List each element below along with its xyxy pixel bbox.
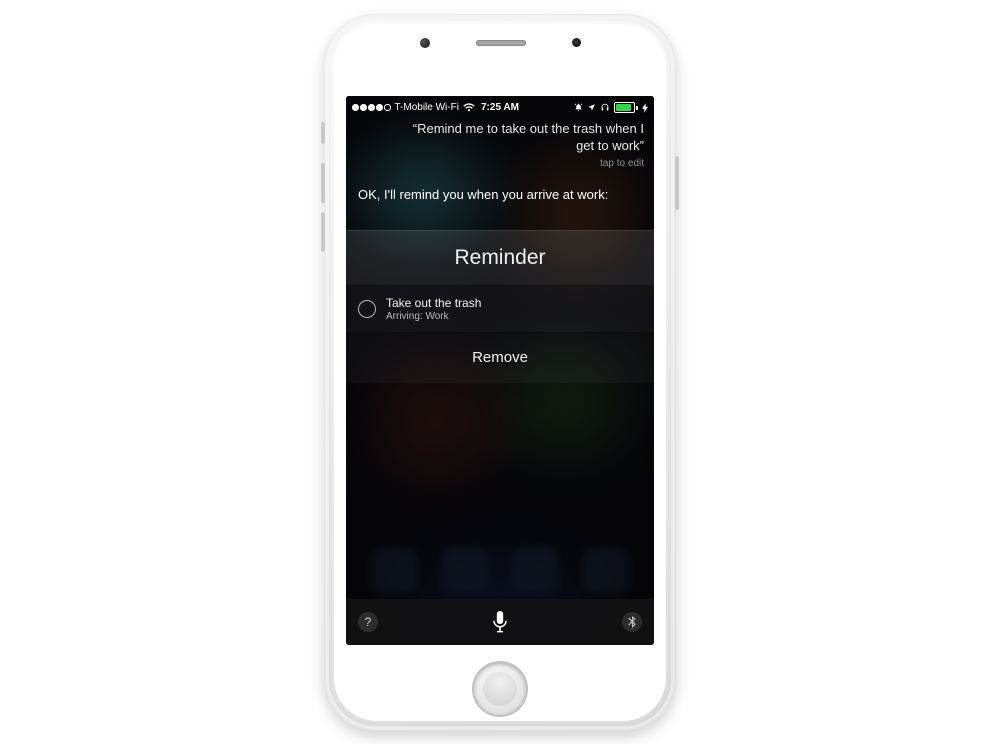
help-button[interactable]: ?	[358, 612, 378, 632]
siri-content: T-Mobile Wi-Fi 7:25 AM	[346, 96, 654, 645]
bluetooth-icon	[627, 616, 637, 628]
microphone-icon	[492, 610, 508, 634]
reminder-title: Take out the trash	[386, 296, 481, 310]
microphone-button[interactable]	[492, 610, 508, 634]
status-bar: T-Mobile Wi-Fi 7:25 AM	[346, 96, 654, 117]
reminder-card: Reminder Take out the trash Arriving: Wo…	[346, 230, 654, 384]
screen: T-Mobile Wi-Fi 7:25 AM	[346, 96, 654, 645]
user-utterance[interactable]: “Remind me to take out the trash when I …	[406, 120, 644, 171]
mute-switch	[321, 122, 325, 144]
proximity-sensor	[572, 38, 581, 47]
volume-up-button	[321, 163, 325, 203]
reminder-subtitle: Arriving: Work	[386, 311, 481, 322]
reminder-card-header: Reminder	[346, 230, 654, 286]
reminder-checkbox[interactable]	[358, 300, 376, 318]
power-button	[675, 156, 679, 210]
bluetooth-button[interactable]	[622, 612, 642, 632]
siri-bottom-bar: ?	[346, 599, 654, 645]
front-camera-icon	[420, 38, 430, 48]
siri-response-text: OK, I'll remind you when you arrive at w…	[358, 186, 642, 204]
tap-to-edit-label: tap to edit	[406, 157, 644, 171]
home-button[interactable]	[474, 663, 526, 715]
user-utterance-text: “Remind me to take out the trash when I …	[413, 121, 644, 154]
volume-down-button	[321, 212, 325, 252]
clock-label: 7:25 AM	[346, 102, 654, 113]
earpiece-speaker	[476, 40, 526, 46]
remove-button[interactable]: Remove	[346, 333, 654, 384]
top-sensor-cluster	[324, 38, 676, 48]
battery-icon	[614, 102, 638, 113]
iphone-frame: T-Mobile Wi-Fi 7:25 AM	[324, 14, 676, 731]
canvas: T-Mobile Wi-Fi 7:25 AM	[0, 0, 1000, 744]
reminder-item[interactable]: Take out the trash Arriving: Work	[346, 286, 654, 333]
